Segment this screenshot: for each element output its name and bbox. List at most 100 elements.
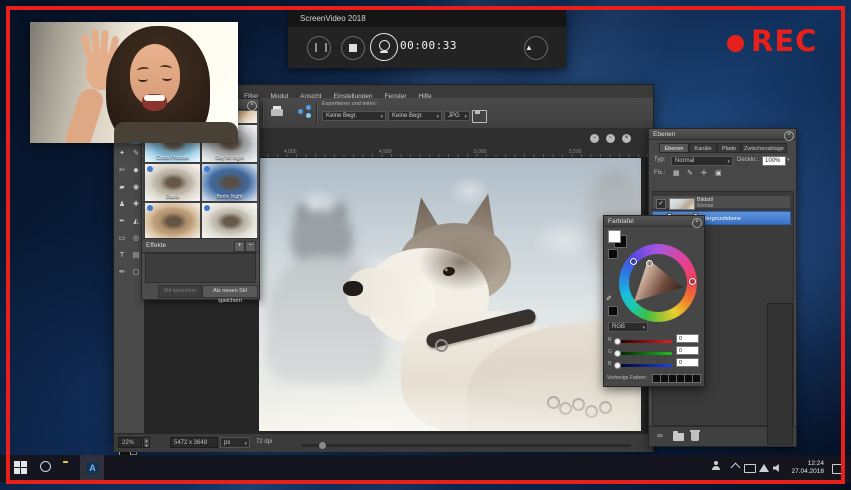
- zoom-slider[interactable]: [301, 444, 631, 447]
- red-value-field[interactable]: 0: [676, 334, 699, 343]
- pause-button[interactable]: [307, 36, 331, 60]
- print-icon[interactable]: [270, 106, 284, 117]
- layer-visibility-checkbox[interactable]: ✓: [656, 199, 666, 209]
- tool-pencil-icon[interactable]: ✏: [115, 266, 129, 280]
- lock-move-icon[interactable]: ✛: [701, 169, 707, 177]
- new-group-icon[interactable]: [673, 433, 684, 441]
- lock-transparency-icon[interactable]: ▦: [673, 169, 680, 177]
- tab-zwischenablage[interactable]: Zwischenablage: [741, 143, 787, 153]
- style-thumb[interactable]: Berlin Night: [202, 164, 257, 201]
- panel-preview-box: [767, 303, 793, 445]
- close-icon[interactable]: ×: [784, 131, 794, 141]
- lock-paint-icon[interactable]: ✎: [687, 169, 693, 177]
- hue-marker[interactable]: [689, 278, 696, 285]
- tool-wand-icon[interactable]: ✦: [115, 147, 129, 161]
- close-icon[interactable]: ×: [247, 101, 257, 111]
- save-export-icon[interactable]: [472, 110, 487, 123]
- foreground-color-swatch[interactable]: [608, 230, 621, 243]
- doc-restore-icon[interactable]: ▫: [606, 134, 615, 143]
- hue-marker[interactable]: [630, 258, 637, 265]
- clock[interactable]: 12:24 27.04.2018: [791, 460, 824, 476]
- tool-crop-icon[interactable]: ✄: [115, 164, 129, 178]
- blue-slider[interactable]: [616, 364, 672, 367]
- blend-mode-select[interactable]: Normal: [671, 156, 733, 166]
- ruler-mark: 5.500: [569, 149, 582, 155]
- color-wheel[interactable]: [619, 244, 697, 322]
- expand-button[interactable]: ▲: [524, 36, 548, 60]
- export-limit-select-2[interactable]: Keine Begr.: [388, 111, 442, 121]
- green-slider[interactable]: [616, 352, 672, 355]
- doc-close-icon[interactable]: ×: [622, 134, 631, 143]
- network-icon[interactable]: [759, 464, 769, 472]
- effects-label: Effekte: [146, 242, 166, 249]
- add-effect-icon[interactable]: +: [234, 241, 245, 252]
- layer-row-bildstil[interactable]: ✓ Bildstil Normal: [652, 195, 791, 209]
- channel-label: R: [608, 337, 612, 343]
- tool-pen-icon[interactable]: ✒: [115, 215, 129, 229]
- doc-minimize-icon[interactable]: −: [590, 134, 599, 143]
- black-swatch[interactable]: [608, 249, 618, 259]
- action-center-icon[interactable]: [832, 464, 843, 474]
- tool-stamp-icon[interactable]: ♟: [115, 198, 129, 212]
- time: 12:24: [808, 460, 824, 467]
- effects-list[interactable]: [145, 253, 256, 283]
- date: 27.04.2018: [791, 468, 824, 475]
- lock-all-icon[interactable]: ▣: [715, 169, 722, 177]
- close-icon[interactable]: ×: [692, 218, 702, 228]
- style-thumb[interactable]: Diana: [145, 164, 200, 201]
- channel-label: G: [608, 349, 612, 355]
- opacity-field[interactable]: 100%: [762, 156, 786, 166]
- shade-marker[interactable]: [646, 260, 653, 267]
- share-icon[interactable]: [298, 105, 312, 118]
- tool-shape-icon[interactable]: ▭: [115, 232, 129, 246]
- fix-label: Fix.:: [654, 170, 665, 176]
- active-app-button[interactable]: A: [80, 455, 104, 482]
- effects-section-bar: Effekte + −: [142, 238, 259, 253]
- previous-color-swatch[interactable]: [692, 374, 701, 383]
- display-icon[interactable]: [744, 464, 756, 473]
- webcam-button[interactable]: [370, 33, 398, 61]
- export-limit-select-1[interactable]: Keine Begr.: [322, 111, 386, 121]
- layers-panel-title: Ebenen: [649, 129, 796, 140]
- color-panel-title: Farbtafel: [604, 216, 704, 227]
- zoom-level-field[interactable]: 22%: [118, 437, 142, 448]
- blue-value-field[interactable]: 0: [676, 358, 699, 367]
- eyedropper-icon[interactable]: ✎: [604, 295, 612, 301]
- volume-icon[interactable]: [773, 464, 782, 472]
- opacity-label: Deckkr.:: [737, 157, 759, 163]
- link-layers-icon[interactable]: ∞: [657, 430, 663, 442]
- ruler-mark: 4.500: [379, 149, 392, 155]
- desktop: FilterModulAnsichtEinstellungenFensterHi…: [0, 0, 851, 490]
- green-value-field[interactable]: 0: [676, 346, 699, 355]
- color-mode-select[interactable]: RGB: [608, 322, 648, 332]
- webcam-overlay[interactable]: [30, 22, 238, 143]
- husky-nose: [343, 281, 363, 296]
- woman-shirt: [114, 122, 238, 143]
- opacity-stepper[interactable]: ▾: [787, 157, 790, 163]
- save-style-button[interactable]: Stil speichern: [158, 285, 202, 298]
- style-thumb[interactable]: [145, 203, 200, 238]
- red-slider[interactable]: [616, 340, 672, 343]
- delete-layer-icon[interactable]: [691, 432, 699, 441]
- export-format-select[interactable]: JPG: [444, 111, 470, 121]
- tool-text-icon[interactable]: T: [115, 249, 129, 263]
- tab-kanaele[interactable]: Kanäle: [689, 143, 717, 153]
- cortana-icon[interactable]: [40, 461, 51, 472]
- tab-pfade[interactable]: Pfade: [717, 143, 741, 153]
- channel-label: B: [608, 361, 611, 367]
- remove-effect-icon[interactable]: −: [245, 241, 256, 252]
- style-thumb[interactable]: [202, 203, 257, 238]
- unit-select[interactable]: px: [220, 437, 250, 448]
- ruler-mark: 5.000: [474, 149, 487, 155]
- taskbar: A 12:24 27.04.2018: [0, 455, 851, 482]
- save-new-style-button[interactable]: Als neuen Stil speichern: [202, 285, 258, 298]
- recorder-title: ScreenVideo 2018: [288, 10, 566, 27]
- zoom-spinner[interactable]: ▲▼: [143, 437, 150, 448]
- stop-button[interactable]: [341, 36, 365, 60]
- start-button[interactable]: [14, 461, 27, 474]
- editor-status-bar: 22% ▲▼ 5472 x 3648 px 72 dpi: [114, 433, 653, 452]
- type-label: Typ:: [654, 157, 665, 163]
- tab-ebenen[interactable]: Ebenen: [659, 143, 689, 153]
- tool-eraser-icon[interactable]: ▰: [115, 181, 129, 195]
- show-hidden-icons[interactable]: [731, 463, 741, 473]
